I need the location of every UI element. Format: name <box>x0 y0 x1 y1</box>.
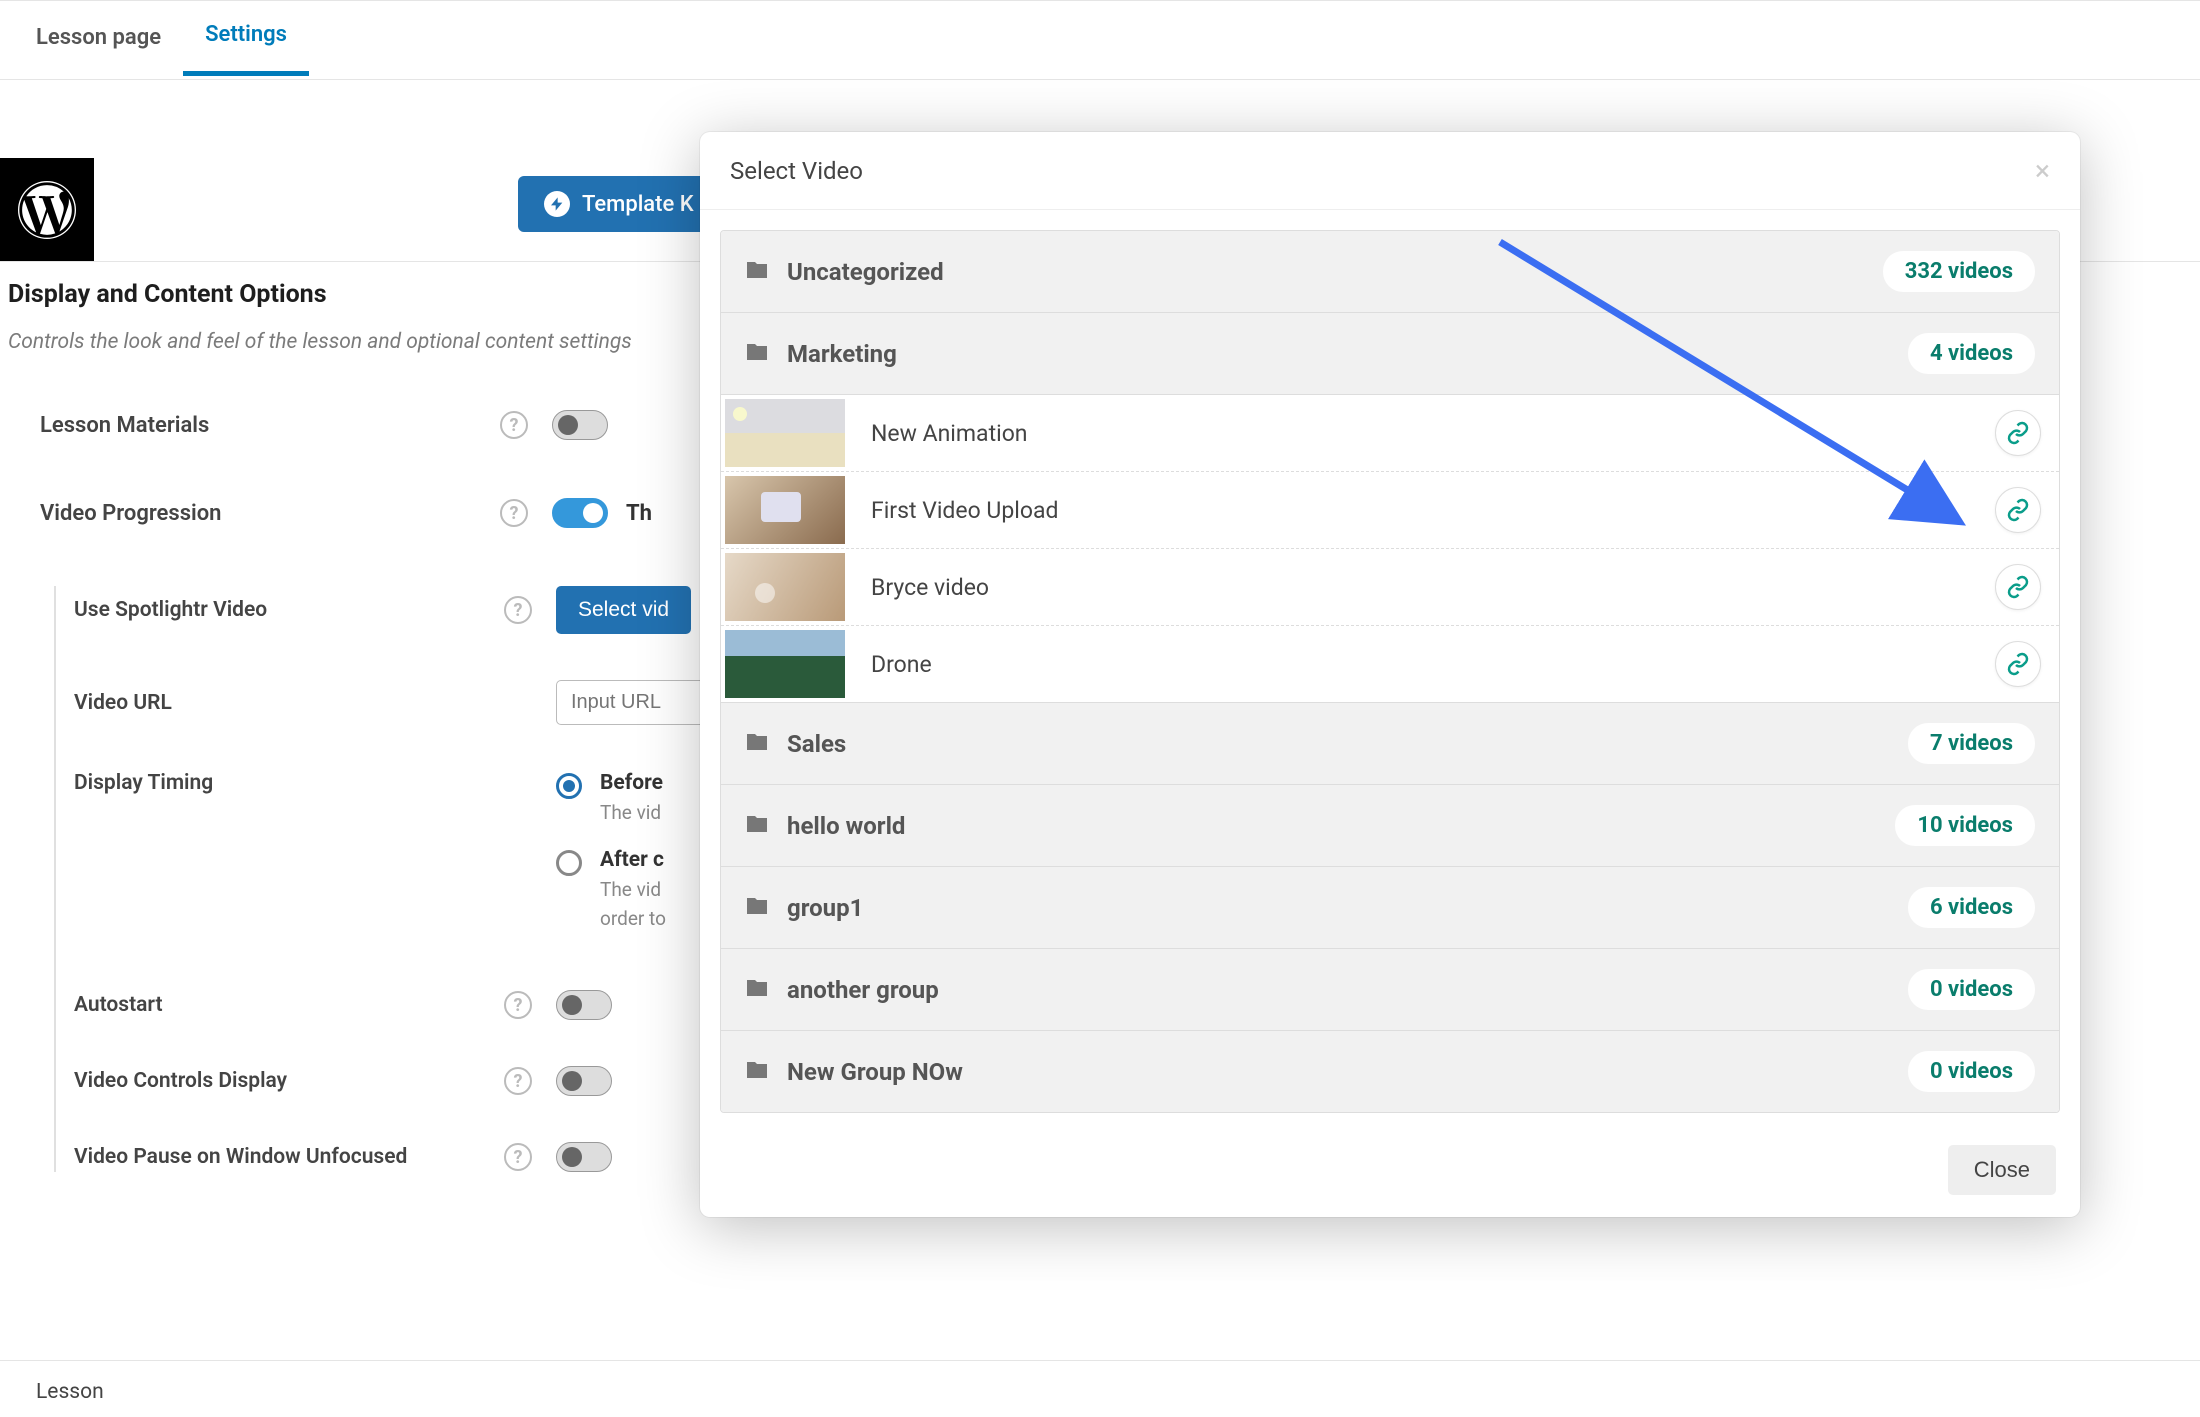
close-icon[interactable]: × <box>2035 154 2050 187</box>
link-icon[interactable] <box>1995 410 2041 456</box>
folder-row[interactable]: Marketing 4 videos <box>721 313 2059 395</box>
folder-count-badge: 10 videos <box>1895 805 2035 846</box>
link-icon[interactable] <box>1995 487 2041 533</box>
link-icon[interactable] <box>1995 564 2041 610</box>
video-progression-label: Video Progression <box>40 501 500 526</box>
folder-count-badge: 0 videos <box>1908 969 2035 1010</box>
help-icon[interactable]: ? <box>504 1067 532 1095</box>
folder-icon <box>745 1058 769 1086</box>
video-progression-toggle[interactable] <box>552 498 608 528</box>
video-name: First Video Upload <box>871 497 1058 524</box>
folder-name: hello world <box>787 812 905 840</box>
display-timing-label: Display Timing <box>74 771 504 795</box>
video-row: Bryce video <box>721 549 2059 626</box>
template-kit-label: Template K <box>582 192 694 217</box>
video-row: New Animation <box>721 395 2059 472</box>
video-thumbnail <box>725 399 845 467</box>
video-thumbnail <box>725 476 845 544</box>
close-button[interactable]: Close <box>1948 1145 2056 1195</box>
folder-row[interactable]: group1 6 videos <box>721 867 2059 949</box>
select-video-modal: Select Video × Uncategorized 332 videos Ma… <box>700 132 2080 1217</box>
folder-icon <box>745 730 769 758</box>
video-url-label: Video URL <box>74 691 504 715</box>
video-name: Bryce video <box>871 574 989 601</box>
video-name: New Animation <box>871 420 1028 447</box>
help-icon[interactable]: ? <box>504 991 532 1019</box>
folder-row[interactable]: New Group NOw 0 videos <box>721 1031 2059 1112</box>
use-spotlightr-label: Use Spotlightr Video <box>74 598 504 622</box>
folder-list: Uncategorized 332 videos Marketing 4 videos… <box>720 230 2060 1113</box>
tab-lesson-page[interactable]: Lesson page <box>14 7 183 74</box>
video-thumbnail <box>725 630 845 698</box>
timing-before-radio[interactable] <box>556 773 582 799</box>
wordpress-logo[interactable] <box>0 158 94 261</box>
timing-after-title: After c <box>600 848 666 872</box>
help-icon[interactable]: ? <box>504 1143 532 1171</box>
help-icon[interactable]: ? <box>500 499 528 527</box>
modal-title: Select Video <box>730 157 863 185</box>
folder-icon <box>745 976 769 1004</box>
video-pause-toggle[interactable] <box>556 1142 612 1172</box>
folder-name: another group <box>787 976 939 1004</box>
help-icon[interactable]: ? <box>504 596 532 624</box>
video-controls-label: Video Controls Display <box>74 1069 504 1093</box>
autostart-toggle[interactable] <box>556 990 612 1020</box>
lesson-materials-label: Lesson Materials <box>40 413 500 438</box>
template-kit-button[interactable]: Template K <box>518 176 720 232</box>
folder-icon <box>745 812 769 840</box>
top-tabs: Lesson page Settings <box>0 0 2200 80</box>
video-progression-suffix: Th <box>626 501 652 526</box>
folder-icon <box>745 258 769 286</box>
section-description: Controls the look and feel of the lesson… <box>8 330 632 354</box>
bolt-icon <box>544 191 570 217</box>
tab-settings[interactable]: Settings <box>183 4 309 76</box>
lesson-materials-toggle[interactable] <box>552 410 608 440</box>
wordpress-icon <box>18 181 76 239</box>
folder-name: Uncategorized <box>787 258 944 286</box>
folder-icon <box>745 894 769 922</box>
folder-name: New Group NOw <box>787 1058 963 1086</box>
folder-count-badge: 4 videos <box>1908 333 2035 374</box>
footer-label: Lesson <box>36 1380 104 1404</box>
folder-row[interactable]: hello world 10 videos <box>721 785 2059 867</box>
video-thumbnail <box>725 553 845 621</box>
autostart-label: Autostart <box>74 993 504 1017</box>
timing-after-desc2: order to <box>600 907 666 930</box>
video-name: Drone <box>871 651 932 678</box>
folder-count-badge: 6 videos <box>1908 887 2035 928</box>
video-controls-toggle[interactable] <box>556 1066 612 1096</box>
video-list: New Animation First Video Upload Bryce vid… <box>721 395 2059 703</box>
video-row: Drone <box>721 626 2059 703</box>
video-row: First Video Upload <box>721 472 2059 549</box>
timing-after-desc: The vid <box>600 878 666 901</box>
timing-before-desc: The vid <box>600 801 663 824</box>
folder-count-badge: 7 videos <box>1908 723 2035 764</box>
folder-row[interactable]: another group 0 videos <box>721 949 2059 1031</box>
folder-icon <box>745 340 769 368</box>
video-pause-label: Video Pause on Window Unfocused <box>74 1145 504 1169</box>
select-video-button[interactable]: Select vid <box>556 586 691 634</box>
timing-before-title: Before <box>600 771 663 795</box>
section-title: Display and Content Options <box>8 280 327 309</box>
link-icon[interactable] <box>1995 641 2041 687</box>
folder-row[interactable]: Uncategorized 332 videos <box>721 231 2059 313</box>
folder-name: Sales <box>787 730 846 758</box>
folder-count-badge: 332 videos <box>1883 251 2035 292</box>
timing-after-radio[interactable] <box>556 850 582 876</box>
folder-name: group1 <box>787 894 863 922</box>
folder-name: Marketing <box>787 340 897 368</box>
help-icon[interactable]: ? <box>500 411 528 439</box>
folder-row[interactable]: Sales 7 videos <box>721 703 2059 785</box>
folder-count-badge: 0 videos <box>1908 1051 2035 1092</box>
